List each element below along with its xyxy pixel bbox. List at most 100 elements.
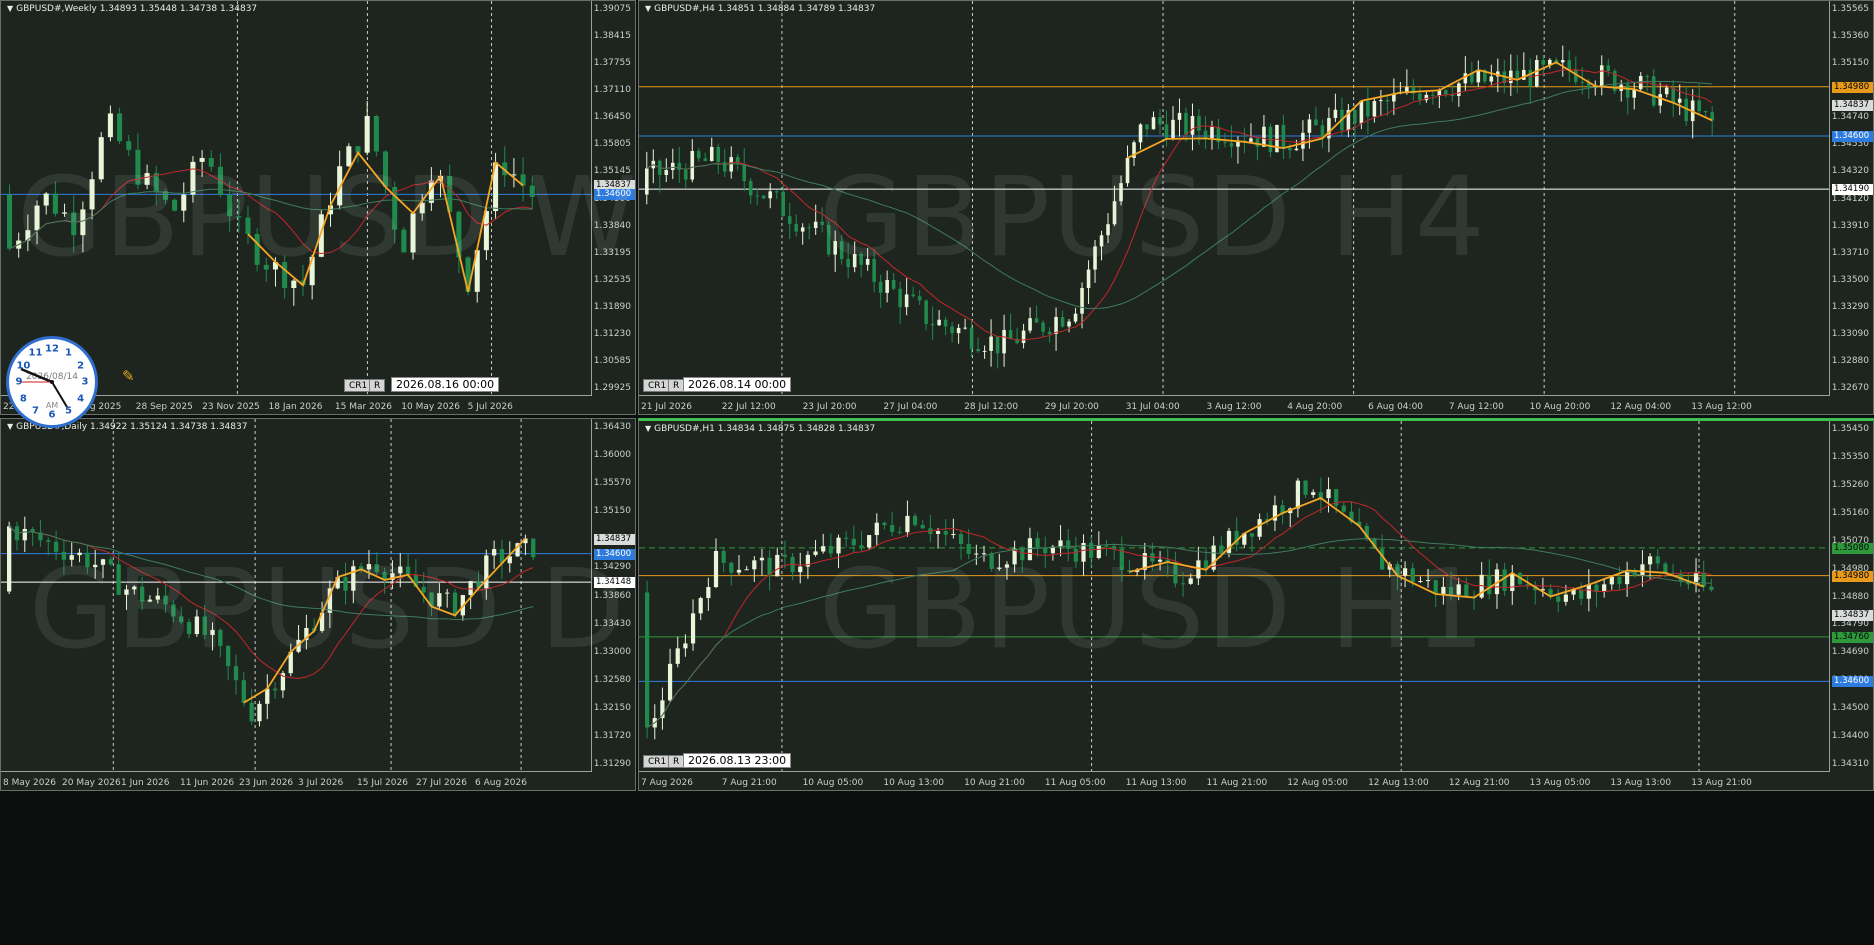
price-tick-label: 1.34880 [1831,591,1869,602]
price-tag[interactable]: 1.34600 [594,548,635,560]
clock-number: 8 [19,393,27,404]
time-tick-label: 12 Aug 04:00 [1610,402,1672,412]
candle-body [364,116,370,153]
price-axis[interactable]: 1.364301.360001.355701.351501.347201.342… [591,419,635,790]
candle-body [25,230,31,241]
toolbar-button-r[interactable]: R [668,755,685,768]
candle-body [891,280,896,289]
price-tag[interactable]: 1.35080 [1832,542,1873,554]
time-axis[interactable]: 21 Jul 2026 22 Jul 12:00 23 Jul 20:00 27 Ju… [639,395,1830,414]
price-tick-label: 1.35160 [1831,507,1869,518]
clock-number: 10 [16,360,31,371]
price-tag[interactable]: 1.34600 [1832,676,1873,688]
candle-body [1647,556,1653,565]
price-axis[interactable]: 1.355651.353601.351501.349501.347401.345… [1829,1,1873,414]
candle-body [1096,545,1101,559]
price-tick-label: 1.33910 [1831,220,1869,231]
candle-body [1602,584,1607,592]
candle-body [937,319,941,326]
price-axis[interactable]: 1.39075 1.38415 1.37755 1.37110 1.36450 1.358… [591,1,635,414]
candle-body [667,663,673,701]
candle-body [1106,224,1110,236]
clock-number: 9 [15,376,23,388]
price-tag[interactable]: 1.34980 [1832,570,1873,582]
pencil-tool-icon[interactable]: ✎ [122,367,135,385]
candle-body [768,191,773,199]
candle-body [1525,584,1530,586]
price-tick-label: 1.33195 [593,247,631,258]
candle-body [989,336,993,351]
chart-menu-icon[interactable]: ▼ [645,4,651,13]
candle-body [1418,581,1423,583]
candle-body [742,164,747,182]
candle-body [1151,117,1156,130]
candle-body [898,288,902,308]
chart-panel-h4[interactable]: 1.355651.353601.351501.349501.347401.345… [638,0,1874,415]
candle-body [1457,83,1461,96]
candle-body [935,531,941,534]
candle-body [859,254,863,265]
candle-body [144,173,150,185]
candle-body [1359,100,1364,124]
candle-body [911,294,915,297]
time-tick-label: 13 Aug 05:00 [1529,778,1591,788]
candle-body [721,550,726,563]
candle-body [1041,322,1045,332]
candle-body [1119,183,1123,202]
price-tag[interactable]: 1.34837 [1832,610,1873,622]
toolbar-button-r[interactable]: R [668,379,685,392]
price-tag[interactable]: 1.34837 [1832,100,1873,112]
candle-body [1444,90,1448,95]
price-tag[interactable]: 1.34760 [1832,631,1873,643]
candle-body [958,534,964,544]
chart-menu-icon[interactable]: ▼ [645,424,651,433]
time-tick-label: 7 Aug 12:00 [1448,402,1504,412]
candle-body [346,146,352,167]
candle-body [132,586,137,590]
chart-menu-icon[interactable]: ▼ [7,4,13,13]
price-tag[interactable]: 1.34980 [1832,81,1873,93]
candle-body [1418,93,1422,101]
candle-body [1047,331,1052,334]
candle-body [1433,580,1438,594]
candle-body [951,534,956,536]
time-axis[interactable]: 7 Aug 2026 7 Aug 21:00 10 Aug 05:00 10 Aug … [639,771,1830,790]
chart-canvas-daily[interactable] [1,419,592,772]
candle-body [199,157,205,162]
zigzag-indicator [1127,61,1713,159]
chart-canvas-weekly[interactable] [1,1,592,396]
chart-canvas-h1[interactable] [639,421,1830,772]
candle-body [1255,138,1260,147]
candle-body [897,531,902,533]
chart-canvas-h4[interactable] [639,1,1830,396]
candle-body [744,569,749,571]
header-text: GBPUSD#,Weekly 1.34893 1.35448 1.34738 1… [16,4,258,14]
candle-body [291,280,297,289]
chart-panel-weekly[interactable]: 1.39075 1.38415 1.37755 1.37110 1.36450 1.358… [0,0,636,415]
price-tag[interactable]: 1.34600 [594,189,635,201]
price-tick-label: 1.35260 [1831,479,1869,490]
time-tick-label: 3 Aug 12:00 [1206,402,1262,412]
toolbar-button-r[interactable]: R [369,379,386,392]
time-tick-label: 27 Jul 2026 [416,778,467,788]
time-tick-label: 4 Aug 20:00 [1287,402,1343,412]
time-axis[interactable]: 8 May 2026 20 May 2026 1 Jun 2026 11 Jun 20… [1,771,592,790]
chart-panel-daily[interactable]: 1.364301.360001.355701.351501.347201.342… [0,418,636,791]
candle-body [1020,548,1025,561]
price-tag[interactable]: 1.34837 [594,533,635,545]
price-tag[interactable]: 1.34190 [1832,184,1873,196]
chart-panel-h1[interactable]: 1.35450 1.35350 1.35260 1.35160 1.35070 1.349… [638,418,1874,791]
candle-body [1586,584,1591,599]
analog-clock: 2026/08/14 AM 12 1 2 3 4 5 6 7 8 9 10 11 [6,336,98,428]
candle-body [882,522,887,526]
candle-body [1606,65,1611,71]
price-tag[interactable]: 1.34148 [594,577,635,589]
candle-body [1004,564,1010,568]
candle-body [1086,269,1091,288]
price-tick-label: 1.33710 [1831,247,1869,258]
candle-body [890,525,895,532]
candle-body [71,212,77,236]
price-tag[interactable]: 1.34600 [1832,131,1873,142]
price-axis[interactable]: 1.35450 1.35350 1.35260 1.35160 1.35070 1.349… [1829,421,1873,790]
time-tick-label: 1 Jun 2026 [121,778,170,788]
